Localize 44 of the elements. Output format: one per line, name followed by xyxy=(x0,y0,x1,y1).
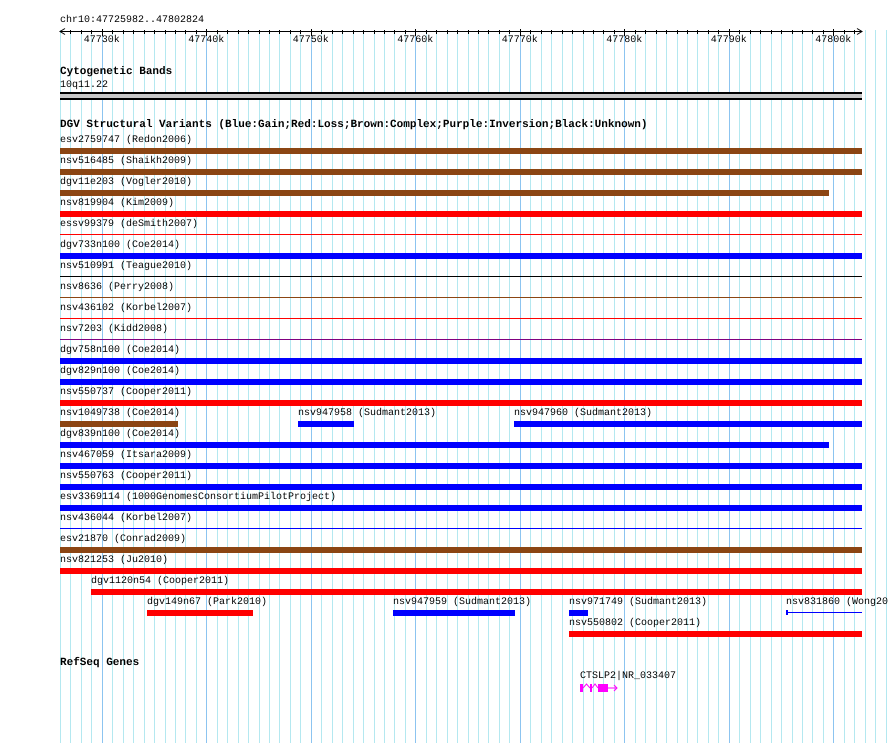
variant-label: nsv550763 (Cooper2011) xyxy=(60,470,192,483)
variant-label: nsv947958 (Sudmant2013) xyxy=(298,407,436,420)
tick-label: 47790k xyxy=(710,34,747,47)
tick-label: 47800k xyxy=(815,34,852,47)
band-label: 10q11.22 xyxy=(59,79,110,92)
tick-label: 47770k xyxy=(502,34,538,47)
tick-label: 47730k xyxy=(84,34,120,47)
position-label: chr10:47725982..47802824 xyxy=(59,14,206,27)
variant-label: essv99379 (deSmith2007) xyxy=(60,218,198,231)
tick-label: 47750k xyxy=(292,34,329,47)
variant-label: nsv7203 (Kidd2008) xyxy=(60,323,168,336)
variant-label: dgv733n100 (Coe2014) xyxy=(60,239,180,252)
variant-label: esv2759747 (Redon2006) xyxy=(60,134,192,147)
variant-label: nsv819904 (Kim2009) xyxy=(60,197,174,210)
variant-label: nsv510991 (Teague2010) xyxy=(60,260,192,273)
variant-label: nsv8636 (Perry2008) xyxy=(60,281,174,294)
variant-label: dgv1120n54 (Cooper2011) xyxy=(91,575,230,588)
variant-label: nsv1049738 (Coe2014) xyxy=(60,407,180,420)
variant-label: nsv550737 (Cooper2011) xyxy=(60,386,192,399)
variant-label: nsv550802 (Cooper2011) xyxy=(569,617,702,630)
gene-label: CTSLP2|NR_033407 xyxy=(580,670,676,683)
tick-label: 47780k xyxy=(606,34,642,47)
variant-label: esv3369114 (1000GenomesConsortiumPilotProject) xyxy=(60,491,336,504)
variant-label: nsv947960 (Sudmant2013) xyxy=(514,407,652,420)
variant-label: nsv516485 (Shaikh2009) xyxy=(60,155,192,168)
variant-label: dgv829n100 (Coe2014) xyxy=(60,365,180,378)
variant-label: nsv831860 (Wong20 xyxy=(786,596,888,609)
variant-label: nsv436102 (Korbel2007) xyxy=(60,302,192,315)
variant-label: nsv947959 (Sudmant2013) xyxy=(393,596,532,609)
variant-label: nsv821253 (Ju2010) xyxy=(60,554,168,567)
track-title: Cytogenetic Bands xyxy=(59,66,174,79)
variant-label: dgv758n100 (Coe2014) xyxy=(60,344,180,357)
variant-label: nsv436044 (Korbel2007) xyxy=(60,512,192,525)
track-title: DGV Structural Variants (Blue:Gain;Red:Loss;Brown:Complex;Purple:Inversion;Black:Unknown) xyxy=(59,119,648,132)
variant-label: dgv149n67 (Park2010) xyxy=(147,596,268,609)
variant-label: nsv971749 (Sudmant2013) xyxy=(569,596,708,609)
variant-label: nsv467059 (Itsara2009) xyxy=(60,449,192,462)
variant-label: dgv839n100 (Coe2014) xyxy=(60,428,180,441)
variant-label: esv21870 (Conrad2009) xyxy=(60,533,186,546)
variant-label: dgv11e203 (Vogler2010) xyxy=(60,176,192,189)
tick-label: 47740k xyxy=(188,34,224,47)
track-title: RefSeq Genes xyxy=(59,657,140,670)
gene-drawing xyxy=(579,683,619,693)
tick-label: 47760k xyxy=(397,34,434,47)
